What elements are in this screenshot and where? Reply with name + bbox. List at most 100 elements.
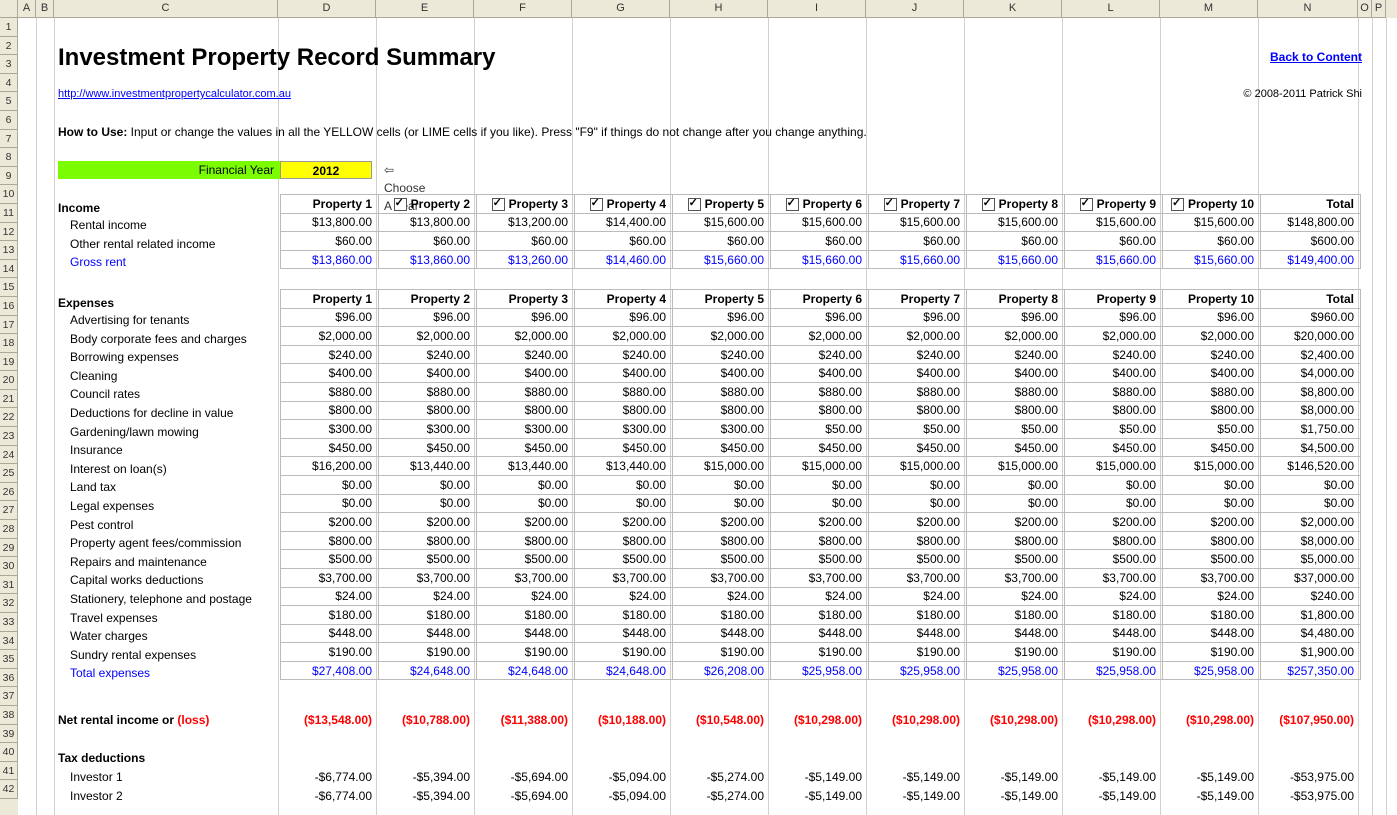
cell[interactable]: $4,500.00 — [1261, 438, 1361, 457]
cell[interactable]: $25,958.00 — [1065, 661, 1163, 680]
cell[interactable]: $15,600.00 — [869, 213, 967, 232]
cell[interactable]: $2,000.00 — [771, 327, 869, 346]
cell[interactable]: $450.00 — [1065, 438, 1163, 457]
cell[interactable]: $880.00 — [1163, 382, 1261, 401]
cell[interactable]: $24.00 — [673, 587, 771, 606]
col-head-N[interactable]: N — [1258, 0, 1358, 18]
cell[interactable]: $50.00 — [1065, 420, 1163, 439]
cell[interactable]: $450.00 — [771, 438, 869, 457]
cell[interactable]: $24,648.00 — [379, 661, 477, 680]
row-head-20[interactable]: 20 — [0, 371, 18, 390]
cell[interactable]: $24.00 — [477, 587, 575, 606]
cell[interactable]: $2,000.00 — [281, 327, 379, 346]
cell[interactable]: $190.00 — [1163, 643, 1261, 662]
cell[interactable]: $450.00 — [477, 438, 575, 457]
cell[interactable]: $2,000.00 — [967, 327, 1065, 346]
col-head-F[interactable]: F — [474, 0, 572, 18]
cell[interactable]: $450.00 — [673, 438, 771, 457]
cell[interactable]: $190.00 — [673, 643, 771, 662]
property-checkbox-icon[interactable] — [786, 198, 799, 211]
cell[interactable]: $15,600.00 — [771, 213, 869, 232]
cell[interactable]: $24.00 — [869, 587, 967, 606]
cell[interactable]: $14,400.00 — [575, 213, 673, 232]
property-header-6[interactable]: Property 6 — [771, 195, 869, 214]
cell[interactable]: $240.00 — [1261, 587, 1361, 606]
cell[interactable]: $180.00 — [477, 606, 575, 625]
cell[interactable]: $450.00 — [281, 438, 379, 457]
cell[interactable]: $0.00 — [477, 494, 575, 513]
cell[interactable]: $0.00 — [281, 475, 379, 494]
property-checkbox-icon[interactable] — [492, 198, 505, 211]
cell[interactable]: $880.00 — [477, 382, 575, 401]
cell[interactable]: $800.00 — [281, 531, 379, 550]
row-head-32[interactable]: 32 — [0, 594, 18, 613]
cell[interactable]: $60.00 — [1065, 232, 1163, 251]
cell[interactable]: $257,350.00 — [1261, 661, 1361, 680]
cell[interactable]: $0.00 — [771, 494, 869, 513]
row-head-34[interactable]: 34 — [0, 632, 18, 651]
cell[interactable]: $448.00 — [869, 624, 967, 643]
cell[interactable]: $448.00 — [673, 624, 771, 643]
cell[interactable]: $2,000.00 — [1065, 327, 1163, 346]
cell[interactable]: $0.00 — [1065, 494, 1163, 513]
cell[interactable]: $500.00 — [967, 550, 1065, 569]
cell[interactable]: $190.00 — [869, 643, 967, 662]
cell[interactable]: $60.00 — [575, 232, 673, 251]
cell[interactable]: $400.00 — [281, 364, 379, 383]
cell[interactable]: $50.00 — [869, 420, 967, 439]
cell[interactable]: $190.00 — [281, 643, 379, 662]
row-head-25[interactable]: 25 — [0, 464, 18, 483]
cell[interactable]: $240.00 — [673, 345, 771, 364]
cell[interactable]: $240.00 — [1163, 345, 1261, 364]
cell[interactable]: $400.00 — [1163, 364, 1261, 383]
row-head-26[interactable]: 26 — [0, 483, 18, 502]
cell[interactable]: $15,000.00 — [869, 457, 967, 476]
cell[interactable]: $146,520.00 — [1261, 457, 1361, 476]
row-head-2[interactable]: 2 — [0, 37, 18, 56]
cell[interactable]: $300.00 — [673, 420, 771, 439]
cell[interactable]: $14,460.00 — [575, 250, 673, 269]
property-header-10[interactable]: Property 10 — [1163, 195, 1261, 214]
cell[interactable]: $960.00 — [1261, 308, 1361, 327]
cell[interactable]: $800.00 — [379, 531, 477, 550]
row-head-24[interactable]: 24 — [0, 446, 18, 465]
cell[interactable]: $60.00 — [477, 232, 575, 251]
row-head-13[interactable]: 13 — [0, 241, 18, 260]
cell[interactable]: $149,400.00 — [1261, 250, 1361, 269]
cell[interactable]: $60.00 — [379, 232, 477, 251]
cell[interactable]: $15,660.00 — [771, 250, 869, 269]
cell[interactable]: $15,600.00 — [967, 213, 1065, 232]
property-header-8[interactable]: Property 8 — [967, 290, 1065, 309]
property-header-7[interactable]: Property 7 — [869, 290, 967, 309]
cell[interactable]: $50.00 — [771, 420, 869, 439]
cell[interactable]: $15,000.00 — [967, 457, 1065, 476]
col-head-P[interactable]: P — [1372, 0, 1386, 18]
row-head-39[interactable]: 39 — [0, 725, 18, 744]
col-head-C[interactable]: C — [54, 0, 278, 18]
cell[interactable]: $448.00 — [379, 624, 477, 643]
cell[interactable]: $500.00 — [575, 550, 673, 569]
cell[interactable]: $880.00 — [967, 382, 1065, 401]
row-head-18[interactable]: 18 — [0, 334, 18, 353]
cell[interactable]: $15,660.00 — [673, 250, 771, 269]
cell[interactable]: $880.00 — [575, 382, 673, 401]
cell[interactable]: $3,700.00 — [967, 568, 1065, 587]
col-head-K[interactable]: K — [964, 0, 1062, 18]
cell[interactable]: $400.00 — [1065, 364, 1163, 383]
cell[interactable]: $880.00 — [379, 382, 477, 401]
cell[interactable]: $15,000.00 — [771, 457, 869, 476]
cell[interactable]: $15,660.00 — [1065, 250, 1163, 269]
cell[interactable]: $0.00 — [673, 475, 771, 494]
cell[interactable]: $200.00 — [477, 513, 575, 532]
cell[interactable]: $96.00 — [967, 308, 1065, 327]
cell[interactable]: $3,700.00 — [379, 568, 477, 587]
cell[interactable]: $25,958.00 — [967, 661, 1065, 680]
col-head-H[interactable]: H — [670, 0, 768, 18]
cell[interactable]: $8,000.00 — [1261, 401, 1361, 420]
cell[interactable]: $180.00 — [379, 606, 477, 625]
cell[interactable]: $448.00 — [967, 624, 1065, 643]
cell[interactable]: $15,000.00 — [1163, 457, 1261, 476]
cell[interactable]: $3,700.00 — [869, 568, 967, 587]
cell[interactable]: $8,000.00 — [1261, 531, 1361, 550]
cell[interactable]: $180.00 — [1065, 606, 1163, 625]
